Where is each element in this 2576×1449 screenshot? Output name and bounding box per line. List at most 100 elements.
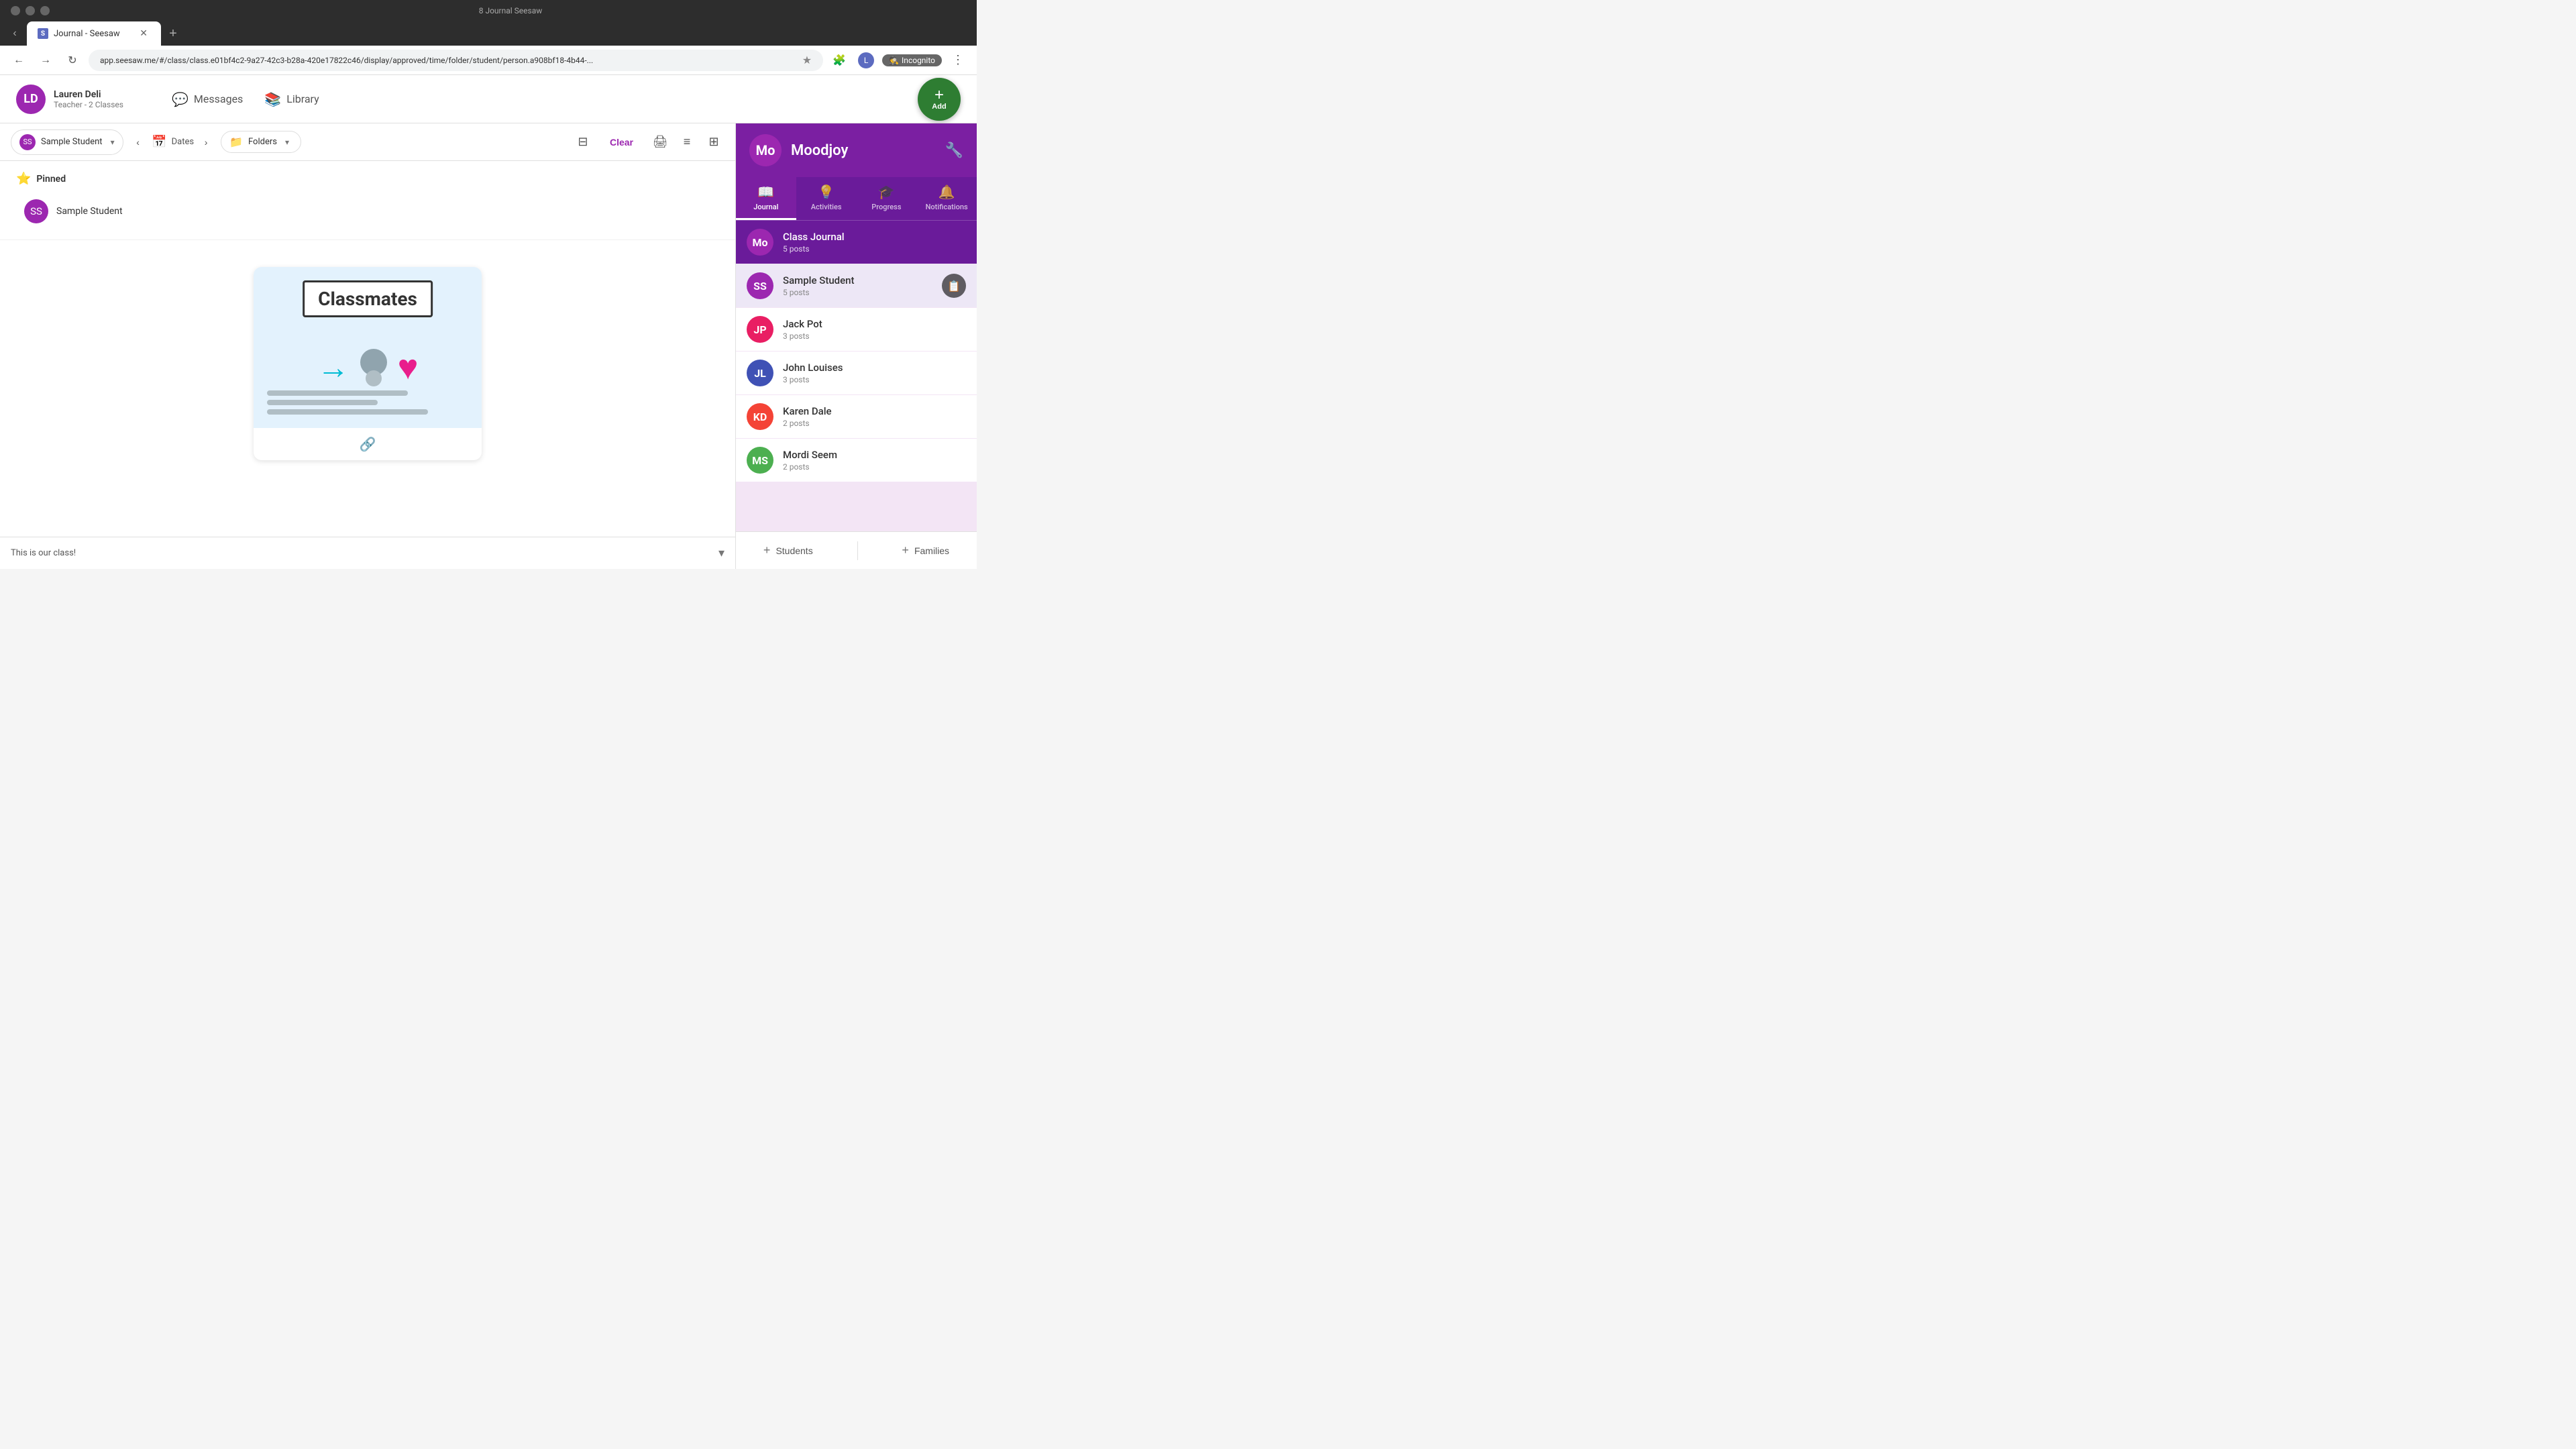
chevron-left-icon: ‹ (13, 28, 16, 40)
window-title: 8 Journal Seesaw (55, 6, 966, 15)
post-illustration: → ♥ (304, 349, 432, 386)
student-name-2: John Louises (783, 362, 966, 374)
settings-icon[interactable]: 🔧 (945, 142, 963, 159)
browser-menu-button[interactable]: ⋮ (947, 50, 969, 71)
dates-label: Dates (172, 137, 194, 147)
list-view-button[interactable]: ≡ (676, 131, 698, 153)
extensions-button[interactable]: 🧩 (828, 50, 850, 71)
incognito-icon: 🕵 (889, 56, 899, 65)
post-line-3 (267, 409, 428, 415)
student-avatar-2: JL (747, 360, 773, 386)
filter-icon: ⊟ (578, 135, 588, 149)
filter-button[interactable]: ⊟ (572, 131, 594, 153)
student-action-icon-0[interactable]: 📋 (942, 274, 966, 298)
student-posts-4: 2 posts (783, 462, 966, 472)
bottom-caption-bar: This is our class! ▾ (0, 537, 735, 569)
date-prev-button[interactable]: ‹ (129, 133, 148, 152)
pin-star-icon: ⭐ (16, 172, 31, 186)
address-bar-row: ← → ↻ app.seesaw.me/#/class/class.e01bf4… (0, 46, 977, 75)
arrow-icon: → (317, 352, 350, 384)
families-button[interactable]: + Families (891, 538, 960, 563)
student-item-3[interactable]: KD Karen Dale 2 posts (736, 395, 977, 438)
expand-icon: ▾ (718, 546, 724, 559)
student-name-0: Sample Student (783, 274, 932, 286)
folder-icon: 📁 (229, 136, 243, 148)
portfolio-icon: 📋 (947, 280, 961, 292)
messages-nav-link[interactable]: 💬 Messages (172, 86, 243, 113)
user-profile[interactable]: LD Lauren Deli Teacher - 2 Classes (16, 85, 150, 114)
post-card-footer: 🔗 (254, 428, 482, 460)
messages-icon: 💬 (172, 91, 189, 107)
chevron-left-icon: ‹ (136, 137, 140, 148)
print-button[interactable]: 🖨 (649, 131, 671, 153)
chevron-right-icon: › (205, 137, 208, 148)
clear-button[interactable]: Clear (599, 133, 644, 152)
student-item-1[interactable]: JP Jack Pot 3 posts (736, 308, 977, 351)
tab-back-button[interactable]: ‹ (5, 24, 24, 43)
tab-title: Journal - Seesaw (54, 29, 120, 39)
student-item-0[interactable]: SS Sample Student 5 posts 📋 (736, 264, 977, 307)
profile-button[interactable]: L (855, 50, 877, 71)
student-item-2[interactable]: JL John Louises 3 posts (736, 352, 977, 394)
window-maximize-button[interactable] (40, 6, 50, 15)
class-journal-item[interactable]: Mo Class Journal 5 posts (736, 221, 977, 264)
notifications-tab-label: Notifications (926, 203, 968, 211)
add-button[interactable]: + Add (918, 78, 961, 121)
chevron-down-icon: ▾ (111, 138, 115, 147)
library-nav-link[interactable]: 📚 Library (264, 86, 319, 113)
student-selector[interactable]: SS Sample Student ▾ (11, 129, 123, 155)
date-next-button[interactable]: › (197, 133, 215, 152)
window-close-button[interactable] (11, 6, 20, 15)
folder-chevron-icon: ▾ (285, 138, 289, 147)
student-selector-avatar: SS (19, 134, 36, 150)
post-area: Classmates → ♥ (0, 240, 735, 537)
sidebar-header: Mo Moodjoy 🔧 (736, 123, 977, 177)
post-lines (254, 390, 482, 415)
journal-panel: SS Sample Student ▾ ‹ 📅 Dates › 📁 (0, 123, 735, 569)
window-minimize-button[interactable] (25, 6, 35, 15)
student-posts-2: 3 posts (783, 375, 966, 384)
active-tab[interactable]: S Journal - Seesaw ✕ (27, 21, 161, 46)
tab-favicon: S (38, 28, 48, 39)
student-posts-0: 5 posts (783, 288, 932, 297)
browser-forward-button[interactable]: → (35, 50, 56, 71)
library-icon: 📚 (264, 91, 281, 107)
new-tab-button[interactable]: + (164, 24, 182, 43)
pinned-item[interactable]: SS Sample Student (16, 194, 719, 229)
folder-selector[interactable]: 📁 Folders ▾ (221, 131, 301, 153)
calendar-icon: 📅 (150, 133, 169, 152)
journal-tab-label: Journal (753, 203, 778, 211)
class-journal-name: Class Journal (783, 231, 966, 243)
families-plus-icon: + (902, 543, 909, 557)
browser-back-button[interactable]: ← (8, 50, 30, 71)
print-icon: 🖨 (653, 135, 668, 149)
tab-activities[interactable]: 💡 Activities (796, 177, 857, 220)
students-button[interactable]: + Students (753, 538, 824, 563)
link-icon[interactable]: 🔗 (360, 436, 376, 452)
tab-notifications[interactable]: 🔔 Notifications (916, 177, 977, 220)
student-avatar-0: SS (747, 272, 773, 299)
app-header: LD Lauren Deli Teacher - 2 Classes 💬 Mes… (0, 75, 977, 123)
student-avatar-3: KD (747, 403, 773, 430)
grid-view-button[interactable]: ⊞ (703, 131, 724, 153)
families-label: Families (914, 545, 949, 556)
student-item-4[interactable]: MS Mordi Seem 2 posts (736, 439, 977, 482)
progress-tab-icon: 🎓 (878, 184, 895, 200)
pinned-section: ⭐ Pinned SS Sample Student (0, 161, 735, 240)
tab-journal[interactable]: 📖 Journal (736, 177, 796, 220)
post-line-1 (267, 390, 408, 396)
plus-icon: + (169, 26, 177, 42)
pinned-avatar: SS (24, 199, 48, 223)
caption-text: This is our class! (11, 548, 76, 558)
address-bar[interactable]: app.seesaw.me/#/class/class.e01bf4c2-9a2… (89, 50, 823, 71)
post-card: Classmates → ♥ (254, 267, 482, 460)
tab-close-button[interactable]: ✕ (137, 27, 150, 40)
student-posts-3: 2 posts (783, 419, 966, 428)
bookmark-icon[interactable]: ★ (802, 54, 812, 66)
back-icon: ← (13, 54, 24, 66)
students-label: Students (775, 545, 812, 556)
expand-button[interactable]: ▾ (718, 546, 724, 560)
browser-reload-button[interactable]: ↻ (62, 50, 83, 71)
sidebar-footer: + Students + Families (736, 531, 977, 569)
tab-progress[interactable]: 🎓 Progress (857, 177, 917, 220)
